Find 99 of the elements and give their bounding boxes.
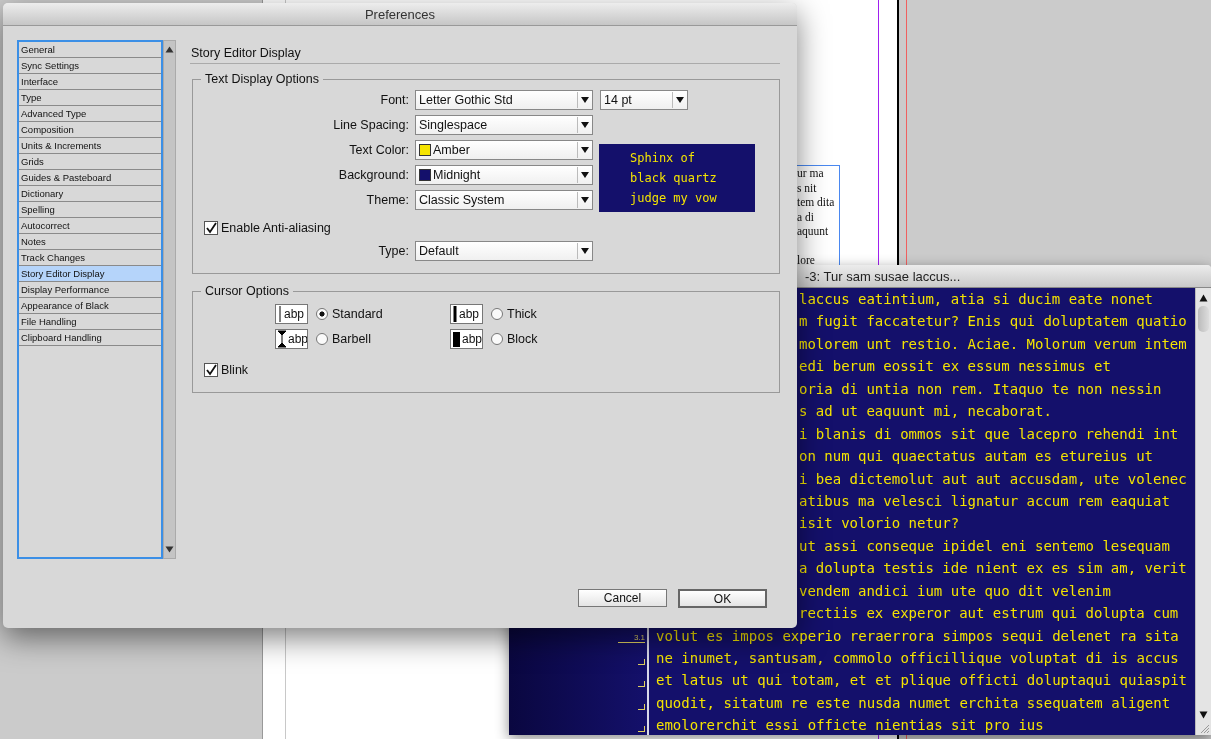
radio-label: Standard	[332, 307, 383, 321]
radio-label: Thick	[507, 307, 537, 321]
document-text: ur ma	[797, 166, 824, 181]
story-text-line: volut es impos experio reraerrora simpos sequi delenet ra sita	[656, 627, 1179, 644]
checkbox-label: Blink	[221, 363, 249, 377]
category-item[interactable]: Sync Settings	[19, 58, 161, 74]
story-text-line: on num qui quaectatus autam es etureius ut	[799, 448, 1153, 465]
dropdown[interactable]: Amber	[415, 140, 593, 160]
caret-icon	[581, 248, 589, 254]
scroll-thumb[interactable]	[1198, 306, 1209, 332]
story-text-line: i bea dictemolut aut aut accusdam, ute volenec	[799, 470, 1187, 487]
default-button[interactable]: OK	[678, 589, 767, 608]
scroll-up-icon[interactable]	[165, 46, 174, 53]
story-text-line: a dolupta testis ide nient ex es sim am, verit	[799, 560, 1187, 577]
category-item[interactable]: General	[19, 42, 161, 58]
checkbox-label: Enable Anti-aliasing	[221, 221, 331, 235]
preview-text: judge my vow	[630, 190, 718, 207]
category-item[interactable]: Interface	[19, 74, 161, 90]
document-text: lore	[797, 252, 815, 268]
story-text-line: vendem andici ium ute quo dit velenim	[799, 582, 1111, 599]
story-text-line: rectiis ex experor aut estrum qui dolupta cum	[799, 605, 1179, 622]
category-item[interactable]: Notes	[19, 234, 161, 250]
radio-label: Barbell	[332, 332, 371, 346]
field-label: Type:	[377, 244, 410, 258]
category-item[interactable]: Guides & Pasteboard	[19, 170, 161, 186]
radio-button[interactable]	[316, 333, 328, 345]
caret-icon	[581, 172, 589, 178]
dropdown[interactable]: Default	[415, 241, 593, 261]
preview-text: Sphinx of	[630, 150, 697, 167]
category-item[interactable]: Composition	[19, 122, 161, 138]
category-item[interactable]: Type	[19, 90, 161, 106]
field-label: Line Spacing:	[332, 118, 410, 132]
document-text: a di	[797, 209, 814, 225]
section-heading: Story Editor Display	[190, 40, 780, 64]
dropdown[interactable]: 14 pt	[600, 90, 688, 110]
dropdown[interactable]: Letter Gothic Std	[415, 90, 593, 110]
field-label: Theme:	[365, 193, 410, 207]
radio-button[interactable]	[316, 308, 328, 320]
story-text-line: oria di untia non rem. Itaquo te non nessin	[799, 380, 1162, 397]
radio-label: Block	[507, 332, 538, 346]
category-item[interactable]: Autocorrect	[19, 218, 161, 234]
dropdown[interactable]: Midnight	[415, 165, 593, 185]
category-item[interactable]: Display Performance	[19, 282, 161, 298]
story-text-line: quodit, sitatum re este nusda numet erchita ssequatem aligent	[656, 694, 1171, 711]
resize-grip-icon[interactable]	[1198, 723, 1209, 733]
scroll-down-icon[interactable]	[165, 546, 174, 553]
story-text-line: molorem unt restio. Aciae. Molorum verum intem	[799, 335, 1187, 352]
story-text-line: m fugit faccatetur? Enis qui doluptatem quatio	[799, 313, 1187, 330]
dropdown[interactable]: Classic System	[415, 190, 593, 210]
line-number: 3.1	[617, 632, 645, 643]
story-text-line: s ad ut eaquunt mi, necaborat.	[799, 403, 1052, 420]
field-label: Font:	[379, 93, 410, 107]
cursor-sample-icon: abp	[450, 304, 483, 324]
dialog-title: Preferences	[364, 6, 436, 22]
dropdown[interactable]: Singlespace	[415, 115, 593, 135]
checkbox[interactable]	[204, 221, 218, 235]
category-item[interactable]: Grids	[19, 154, 161, 170]
document-text: tem dita	[797, 195, 835, 210]
checkbox[interactable]	[204, 363, 218, 377]
story-text-line: atibus ma velesci lignatur accum rem eaquiat	[799, 492, 1170, 509]
group-title: Cursor Options	[204, 284, 291, 298]
document-text: s nit	[797, 180, 817, 196]
window-title: -3: Tur sam susae laccus...	[805, 268, 961, 284]
cursor-sample-icon: abp	[450, 329, 483, 349]
category-item[interactable]: File Handling	[19, 314, 161, 330]
field-label: Background:	[337, 168, 410, 182]
story-text-line: isit volorio netur?	[799, 515, 960, 532]
category-item[interactable]: Appearance of Black	[19, 298, 161, 314]
scroll-up-icon[interactable]	[1199, 294, 1208, 302]
group-title: Text Display Options	[204, 72, 320, 86]
caret-icon	[581, 97, 589, 103]
radio-button[interactable]	[491, 308, 503, 320]
dialog-button[interactable]: Cancel	[578, 589, 667, 607]
caret-icon	[581, 197, 589, 203]
scroll-down-icon[interactable]	[1199, 711, 1208, 719]
story-text-line: ut assi conseque ipidel eni sentemo lesequam	[799, 537, 1170, 554]
scrollbar[interactable]	[163, 40, 176, 559]
field-label: Text Color:	[348, 143, 410, 157]
caret-icon	[581, 147, 589, 153]
story-text-line: et latus ut qui totam, et et plique officti doluptaqui quiaspit	[656, 672, 1187, 689]
story-text-line: edi berum eossit ex essum nessimus et	[799, 358, 1111, 375]
caret-icon	[676, 97, 684, 103]
caret-icon	[581, 122, 589, 128]
category-item[interactable]: Spelling	[19, 202, 161, 218]
story-text-line: i blanis di ommos sit que lacepro rehendi int	[799, 425, 1179, 442]
story-text-line: emolorerchit essi officte nientias sit pro ius	[656, 717, 1044, 734]
story-text-line: laccus eatintium, atia si ducim eate nonet	[799, 291, 1153, 307]
cursor-sample-icon: abp	[275, 329, 308, 349]
radio-button[interactable]	[491, 333, 503, 345]
category-item[interactable]: Story Editor Display	[19, 266, 161, 282]
preview-text: black quartz	[630, 170, 718, 187]
document-text: aquunt	[797, 224, 829, 239]
category-item[interactable]: Dictionary	[19, 186, 161, 202]
story-text-line: ne inumet, santusam, commolo officillique voluptat di is accus	[656, 650, 1179, 666]
category-item[interactable]: Clipboard Handling	[19, 330, 161, 346]
category-item[interactable]: Units & Increments	[19, 138, 161, 154]
scrollbar[interactable]	[1195, 288, 1211, 735]
category-item[interactable]: Advanced Type	[19, 106, 161, 122]
cursor-sample-icon: abp	[275, 304, 308, 324]
